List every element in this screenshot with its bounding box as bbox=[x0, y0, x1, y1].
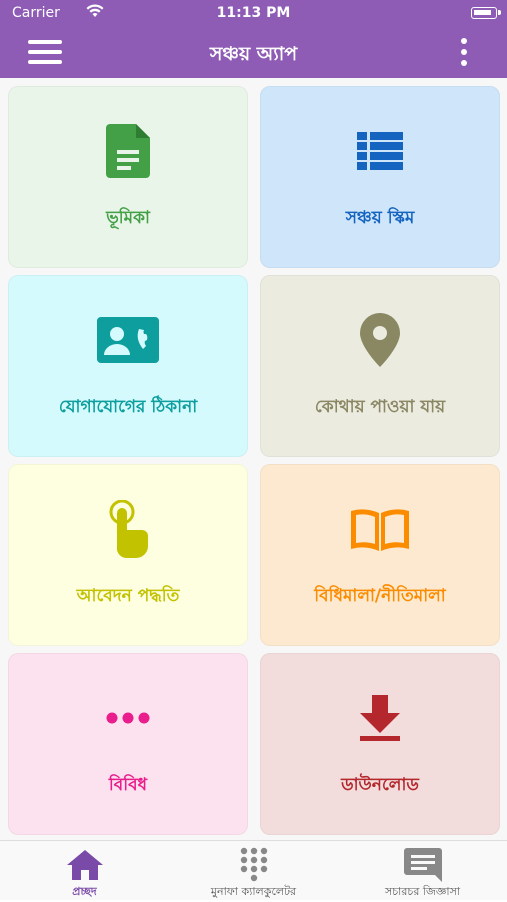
home-icon bbox=[0, 847, 169, 883]
tile-introduction[interactable]: ভূমিকা bbox=[8, 86, 248, 268]
tile-contact-address[interactable]: যোগাযোগের ঠিকানা bbox=[8, 275, 248, 457]
tile-label: বিধিমালা/নীতিমালা bbox=[314, 586, 446, 606]
tile-miscellaneous[interactable]: বিবিধ bbox=[8, 653, 248, 835]
tile-where-available[interactable]: কোথায় পাওয়া যায় bbox=[260, 275, 500, 457]
dialpad-icon bbox=[169, 847, 338, 883]
tile-label: বিবিধ bbox=[108, 775, 148, 795]
tab-faq[interactable]: সচারচর জিজ্ঞাসা bbox=[338, 841, 507, 901]
tab-home[interactable]: প্রচ্ছদ bbox=[0, 841, 169, 901]
tab-label: সচারচর জিজ্ঞাসা bbox=[384, 885, 461, 898]
more-dots-icon bbox=[9, 688, 247, 748]
tile-download[interactable]: ডাউনলোড bbox=[260, 653, 500, 835]
tab-profit-calculator[interactable]: মুনাফা ক্যালকুলেটর bbox=[169, 841, 338, 901]
tile-label: কোথায় পাওয়া যায় bbox=[314, 397, 446, 417]
page-title: সঞ্চয় অ্যাপ bbox=[209, 43, 298, 65]
bottom-tab-bar: প্রচ্ছদ মুনাফা ক্যালকুলেটর সচারচর জিজ্ঞা… bbox=[0, 840, 507, 900]
location-pin-icon bbox=[261, 310, 499, 370]
tile-label: ভূমিকা bbox=[106, 208, 150, 228]
list-icon bbox=[261, 121, 499, 181]
tile-application-process[interactable]: আবেদন পদ্ধতি bbox=[8, 464, 248, 646]
tile-grid: ভূমিকা সঞ্চয় স্কিম যোগাযোগের ঠিকানা কোথ… bbox=[0, 78, 507, 840]
tab-label: প্রচ্ছদ bbox=[72, 885, 97, 898]
more-options-icon[interactable] bbox=[461, 38, 469, 68]
download-icon bbox=[261, 688, 499, 748]
touch-hand-icon bbox=[9, 499, 247, 559]
battery-icon bbox=[471, 7, 501, 19]
tile-label: যোগাযোগের ঠিকানা bbox=[58, 397, 198, 417]
status-bar: Carrier 11:13 PM bbox=[0, 0, 507, 26]
tile-rules-policies[interactable]: বিধিমালা/নীতিমালা bbox=[260, 464, 500, 646]
tab-label: মুনাফা ক্যালকুলেটর bbox=[210, 885, 297, 898]
chat-icon bbox=[338, 847, 507, 883]
tile-label: সঞ্চয় স্কিম bbox=[345, 208, 415, 228]
tile-savings-scheme[interactable]: সঞ্চয় স্কিম bbox=[260, 86, 500, 268]
book-icon bbox=[261, 499, 499, 559]
contact-icon bbox=[9, 310, 247, 370]
tile-label: আবেদন পদ্ধতি bbox=[76, 586, 180, 606]
status-time: 11:13 PM bbox=[216, 5, 291, 21]
document-icon bbox=[9, 121, 247, 181]
app-bar: সঞ্চয় অ্যাপ bbox=[0, 26, 507, 78]
tile-label: ডাউনলোড bbox=[341, 775, 419, 795]
